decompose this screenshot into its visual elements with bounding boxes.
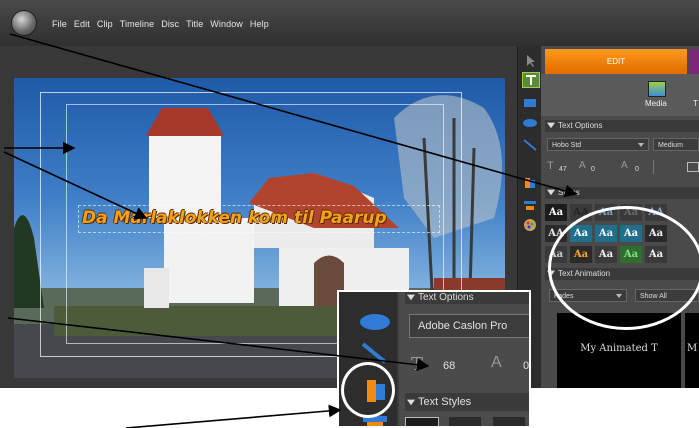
arrow-to-arrange-tool bbox=[125, 404, 342, 428]
callout-arrows bbox=[3, 33, 578, 428]
arrow-to-styles bbox=[9, 33, 578, 198]
arrow-to-title-text bbox=[3, 151, 148, 220]
arrow-to-font-size bbox=[7, 317, 430, 372]
